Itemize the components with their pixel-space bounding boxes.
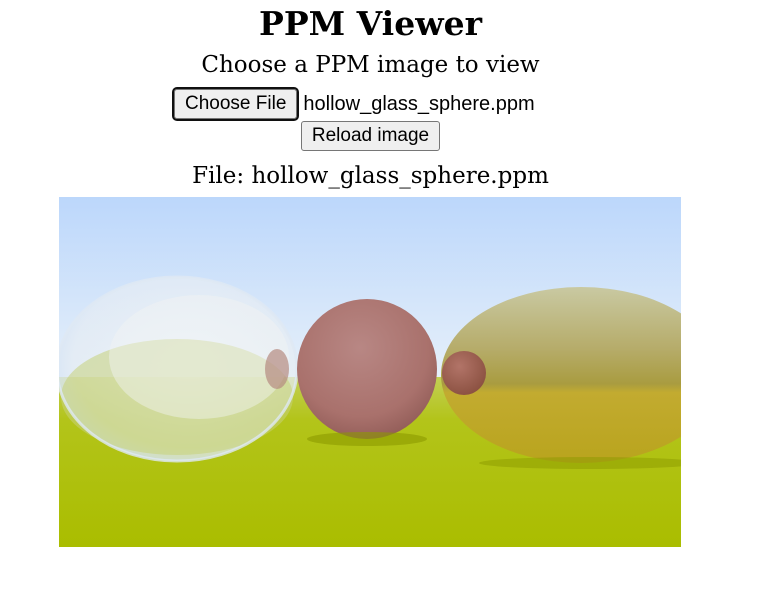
rendered-image: [59, 197, 681, 547]
reflected-sphere: [442, 351, 486, 395]
file-picker: Choose File hollow_glass_sphere.ppm: [171, 87, 535, 121]
diffuse-sphere: [297, 299, 437, 439]
page-title: PPM Viewer: [259, 4, 482, 43]
reload-row: Reload image: [0, 121, 741, 151]
choose-file-button[interactable]: Choose File: [171, 87, 300, 121]
file-info-label: File: hollow_glass_sphere.ppm: [192, 163, 549, 189]
page-subtitle: Choose a PPM image to view: [201, 52, 540, 78]
selected-file-name: hollow_glass_sphere.ppm: [303, 93, 535, 115]
reload-image-button[interactable]: Reload image: [300, 121, 441, 151]
ppm-viewer-page: PPM Viewer Choose a PPM image to view Ch…: [0, 0, 759, 595]
render-canvas: [59, 197, 681, 547]
glass-sphere: [59, 275, 299, 463]
